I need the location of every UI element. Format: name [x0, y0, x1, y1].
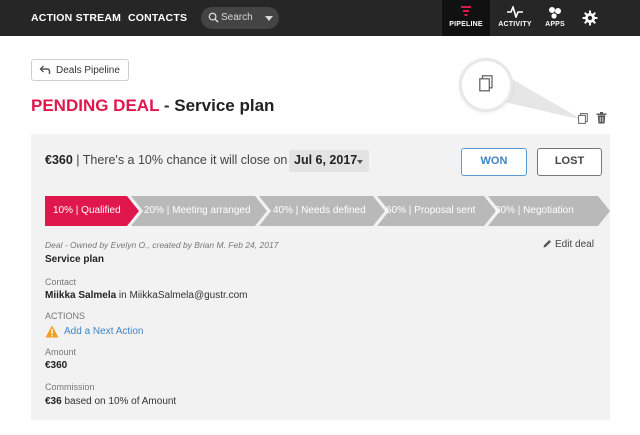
pulse-icon	[507, 6, 523, 18]
page-title: PENDING DEAL - Service plan	[31, 96, 274, 116]
contact-company[interactable]: MiikkaSalmela@gustr.com	[130, 290, 248, 301]
warning-icon	[45, 325, 59, 338]
tab-apps-label: APPS	[545, 21, 565, 28]
chevron-down-icon	[265, 16, 273, 21]
commission-label: Commission	[45, 382, 95, 392]
filter-icon	[461, 6, 471, 16]
back-arrow-icon	[39, 65, 51, 74]
amount-label: Amount	[45, 347, 77, 357]
stage-needs-defined[interactable]: 40% | Needs defined	[273, 205, 366, 216]
tab-pipeline-label: PIPELINE	[449, 21, 483, 28]
edit-deal-label: Edit deal	[555, 239, 594, 250]
chevron-down-icon	[357, 160, 363, 164]
search-icon	[208, 12, 219, 23]
gear-icon[interactable]	[582, 10, 598, 26]
deal-panel: €360 | There's a 10% chance it will clos…	[31, 134, 610, 420]
top-navigation-bar: ACTION STREAM CONTACTS Search PIPELINE A…	[0, 0, 640, 36]
edit-deal-link[interactable]: Edit deal	[543, 239, 594, 250]
nav-action-stream[interactable]: ACTION STREAM	[31, 12, 121, 24]
back-button-label: Deals Pipeline	[56, 65, 120, 76]
amount-number: €360	[45, 360, 68, 371]
tab-apps[interactable]: APPS	[540, 0, 570, 36]
close-date: Jul 6, 2017	[294, 153, 358, 167]
deal-chance-text: | There's a 10% chance it will close on	[72, 153, 288, 167]
copy-icon	[479, 75, 493, 92]
magnifier-callout	[462, 61, 510, 109]
commission-number: €36	[45, 396, 62, 407]
deals-pipeline-back-button[interactable]: Deals Pipeline	[31, 59, 129, 81]
amount-value: €360	[45, 360, 67, 371]
stage-progress-bar: 10% | Qualified 20% | Meeting arranged 4…	[45, 196, 610, 226]
deal-name: Service plan	[45, 254, 104, 265]
tab-pipeline[interactable]: PIPELINE	[442, 0, 490, 36]
close-date-picker[interactable]: Jul 6, 2017	[289, 150, 369, 172]
stage-qualified[interactable]: 10% | Qualified	[53, 205, 121, 216]
deal-amount: €360	[45, 153, 73, 167]
contact-label: Contact	[45, 277, 77, 287]
tab-activity-label: ACTIVITY	[498, 21, 532, 28]
apps-icon	[549, 7, 561, 19]
search-box[interactable]: Search	[201, 7, 279, 29]
actions-label: ACTIONS	[45, 311, 86, 321]
search-placeholder: Search	[221, 12, 253, 23]
nav-contacts[interactable]: CONTACTS	[128, 12, 187, 24]
stage-negotiation[interactable]: 80% | Negotiation	[495, 205, 574, 216]
commission-value: €36 based on 10% of Amount	[45, 396, 176, 407]
deal-summary: €360 | There's a 10% chance it will clos…	[45, 153, 287, 167]
deal-status: PENDING DEAL	[31, 96, 160, 115]
copy-deal-icon[interactable]	[578, 113, 588, 124]
trash-icon[interactable]	[596, 112, 607, 124]
add-next-action-link[interactable]: Add a Next Action	[64, 326, 144, 337]
won-button[interactable]: WON	[461, 148, 527, 176]
commission-basis: based on 10% of Amount	[61, 396, 177, 407]
contact-in: in	[116, 290, 130, 301]
pencil-icon	[543, 240, 551, 248]
deal-title-name: Service plan	[174, 96, 275, 115]
title-separator: -	[159, 96, 175, 115]
contact-name[interactable]: Miikka Salmela	[45, 290, 116, 301]
contact-value: Miikka Salmela in MiikkaSalmela@gustr.co…	[45, 290, 247, 301]
tab-activity[interactable]: ACTIVITY	[494, 0, 536, 36]
lost-button[interactable]: LOST	[537, 148, 602, 176]
deal-meta: Deal - Owned by Evelyn O., created by Br…	[45, 240, 279, 250]
stage-proposal-sent[interactable]: 60% | Proposal sent	[386, 205, 475, 216]
stage-meeting-arranged[interactable]: 20% | Meeting arranged	[144, 205, 251, 216]
